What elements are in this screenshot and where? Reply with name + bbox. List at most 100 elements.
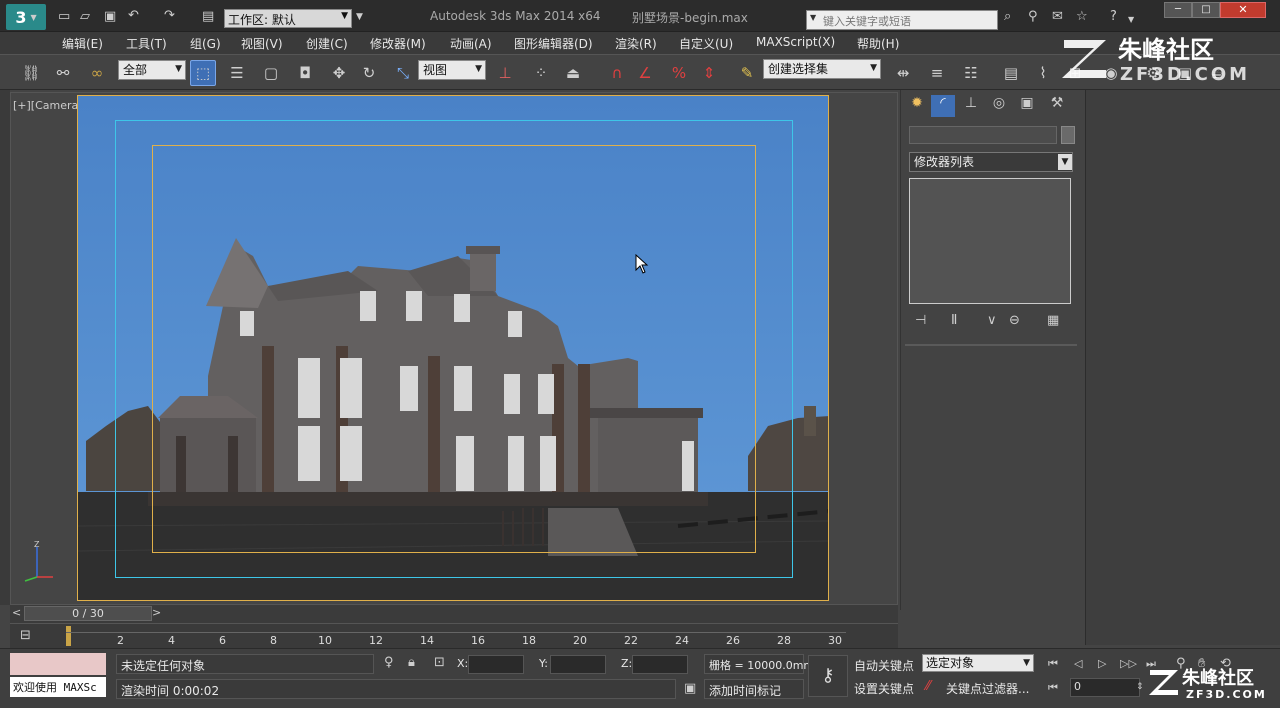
- key-mode-dropdown[interactable]: 选定对象 ▼: [922, 654, 1034, 672]
- graphite-ribbon-icon[interactable]: ▤: [998, 60, 1024, 86]
- camera-viewport[interactable]: [77, 95, 829, 601]
- workspace-dropdown[interactable]: 工作区: 默认 ▼: [224, 9, 352, 28]
- object-color-swatch[interactable]: [1061, 126, 1075, 144]
- modifier-stack[interactable]: [909, 178, 1071, 304]
- selection-lock-icon[interactable]: 🔒︎: [408, 655, 415, 671]
- select-and-scale-icon[interactable]: ⤡: [390, 60, 416, 86]
- spinner-snap-icon[interactable]: ⇕: [696, 60, 722, 86]
- maxscript-mini-listener[interactable]: 欢迎使用 MAXSc: [10, 677, 106, 697]
- select-and-rotate-icon[interactable]: ↻: [356, 60, 382, 86]
- save-file-icon[interactable]: ▣: [104, 9, 116, 25]
- subscription-icon[interactable]: ⚲: [1028, 9, 1038, 25]
- selection-filter-dropdown[interactable]: 全部 ▼: [118, 60, 186, 80]
- mirror-icon[interactable]: ⇹: [890, 60, 916, 86]
- menu-tools[interactable]: 工具(T): [126, 35, 167, 52]
- menu-modifiers[interactable]: 修改器(M): [370, 35, 426, 52]
- set-key-label[interactable]: 设置关键点: [854, 680, 914, 697]
- mini-curve-editor-icon[interactable]: ⊟: [20, 628, 31, 644]
- project-folder-icon[interactable]: ▤: [202, 9, 214, 25]
- goto-start-icon[interactable]: ⏮: [1048, 656, 1058, 672]
- maxscript-listener-pink[interactable]: [10, 653, 106, 675]
- quick-access-more-icon[interactable]: ▼: [356, 9, 363, 25]
- previous-frame-icon[interactable]: ◁: [1074, 656, 1082, 672]
- time-slider-thumb[interactable]: 0 / 30: [24, 606, 152, 621]
- create-tab-icon[interactable]: ✹: [905, 95, 929, 117]
- pivot-point-icon[interactable]: ⊥: [492, 60, 518, 86]
- menu-rendering[interactable]: 渲染(R): [615, 35, 657, 52]
- add-time-tag[interactable]: 添加时间标记: [709, 682, 781, 699]
- minimize-button[interactable]: ─: [1164, 2, 1192, 18]
- time-next-arrow[interactable]: >: [152, 606, 161, 619]
- modifier-list-dropdown[interactable]: 修改器列表 ▼: [909, 152, 1073, 172]
- object-name-field[interactable]: [909, 126, 1057, 144]
- maximize-button[interactable]: □: [1192, 2, 1220, 18]
- unlink-icon[interactable]: ⚯: [50, 60, 76, 86]
- keyboard-shortcut-override-icon[interactable]: ⏏: [560, 60, 586, 86]
- menu-edit[interactable]: 编辑(E): [62, 35, 103, 52]
- angle-snap-icon[interactable]: ∠: [632, 60, 658, 86]
- align-icon[interactable]: ≡: [924, 60, 950, 86]
- current-frame-field[interactable]: 0: [1070, 678, 1140, 697]
- pin-stack-icon[interactable]: ⊣: [915, 313, 926, 329]
- open-file-icon[interactable]: ▱: [80, 9, 90, 25]
- menu-group[interactable]: 组(G): [190, 35, 221, 52]
- close-button[interactable]: ✕: [1220, 2, 1266, 18]
- app-logo-button[interactable]: 3 ▼: [6, 4, 46, 30]
- window-crossing-icon[interactable]: ◘: [292, 60, 318, 86]
- select-by-name-icon[interactable]: ☰: [224, 60, 250, 86]
- menu-animation[interactable]: 动画(A): [450, 35, 492, 52]
- binoculars-icon[interactable]: ⌕: [1004, 9, 1011, 25]
- frame-spinner-icon[interactable]: ⇕: [1136, 679, 1144, 695]
- menu-customize[interactable]: 自定义(U): [679, 35, 733, 52]
- x-coordinate-field[interactable]: [468, 655, 524, 674]
- modify-tab-icon[interactable]: ◜: [931, 95, 955, 117]
- select-and-move-icon[interactable]: ✥: [326, 60, 352, 86]
- play-icon[interactable]: ▷: [1098, 656, 1106, 672]
- menu-maxscript[interactable]: MAXScript(X): [756, 35, 835, 49]
- key-mode-toggle-icon[interactable]: ⏮: [1048, 680, 1058, 696]
- rectangular-selection-icon[interactable]: ▢: [258, 60, 284, 86]
- redo-icon[interactable]: ↷: [164, 8, 175, 24]
- select-manipulate-icon[interactable]: ⁘: [528, 60, 554, 86]
- search-box[interactable]: ▼ 键入关键字或短语: [806, 10, 998, 30]
- y-coordinate-field[interactable]: [550, 655, 606, 674]
- select-and-link-icon[interactable]: ⛓: [18, 60, 44, 86]
- layer-manager-icon[interactable]: ☷: [958, 60, 984, 86]
- snaps-toggle-icon[interactable]: ∩: [604, 60, 630, 86]
- next-frame-icon[interactable]: ▷▷: [1120, 656, 1137, 672]
- time-prev-arrow[interactable]: <: [12, 606, 21, 619]
- utilities-tab-icon[interactable]: ⚒: [1045, 95, 1069, 117]
- make-unique-icon[interactable]: ∨: [987, 313, 997, 329]
- named-selection-dropdown[interactable]: 创建选择集 ▼: [763, 59, 881, 79]
- menu-help[interactable]: 帮助(H): [857, 35, 899, 52]
- time-slider[interactable]: < 0 / 30 >: [10, 605, 898, 623]
- key-filters-button[interactable]: 关键点过滤器...: [946, 680, 1029, 697]
- edit-named-selection-icon[interactable]: ✎: [734, 60, 760, 86]
- set-key-button[interactable]: ⚷: [808, 655, 848, 697]
- time-tag-icon[interactable]: ▣: [684, 681, 696, 697]
- menu-create[interactable]: 创建(C): [306, 35, 348, 52]
- percent-snap-icon[interactable]: %: [666, 60, 692, 86]
- menu-views[interactable]: 视图(V): [241, 35, 283, 52]
- motion-tab-icon[interactable]: ◎: [987, 95, 1011, 117]
- reference-coordinate-dropdown[interactable]: 视图 ▼: [418, 60, 486, 80]
- remove-modifier-icon[interactable]: ⊖: [1009, 313, 1020, 329]
- show-end-result-icon[interactable]: Ⅱ: [951, 313, 957, 329]
- communication-icon[interactable]: ✉: [1052, 9, 1063, 25]
- display-tab-icon[interactable]: ▣: [1015, 95, 1039, 117]
- key-filter-icon[interactable]: ⁄⁄: [926, 679, 930, 695]
- new-file-icon[interactable]: ▭: [58, 9, 70, 25]
- track-bar[interactable]: ⊟ 2 4 6 8 10 12 14 16 18 20 22 24 26 28 …: [10, 623, 898, 648]
- select-object-icon[interactable]: ⬚: [190, 60, 216, 86]
- help-icon[interactable]: ?: [1110, 9, 1117, 25]
- undo-icon[interactable]: ↶: [128, 8, 139, 24]
- favorites-star-icon[interactable]: ☆: [1076, 9, 1088, 25]
- hierarchy-tab-icon[interactable]: ⊥: [959, 95, 983, 117]
- help-dropdown-icon[interactable]: ▼: [1128, 12, 1134, 28]
- isolate-selection-icon[interactable]: ♀: [384, 655, 394, 671]
- configure-sets-icon[interactable]: ▦: [1047, 313, 1059, 329]
- auto-key-button[interactable]: 自动关键点: [854, 657, 914, 674]
- curve-editor-icon[interactable]: ⌇: [1030, 60, 1056, 86]
- menu-graph-editors[interactable]: 图形编辑器(D): [514, 35, 593, 52]
- bind-to-spacewarp-icon[interactable]: ∞: [84, 60, 110, 86]
